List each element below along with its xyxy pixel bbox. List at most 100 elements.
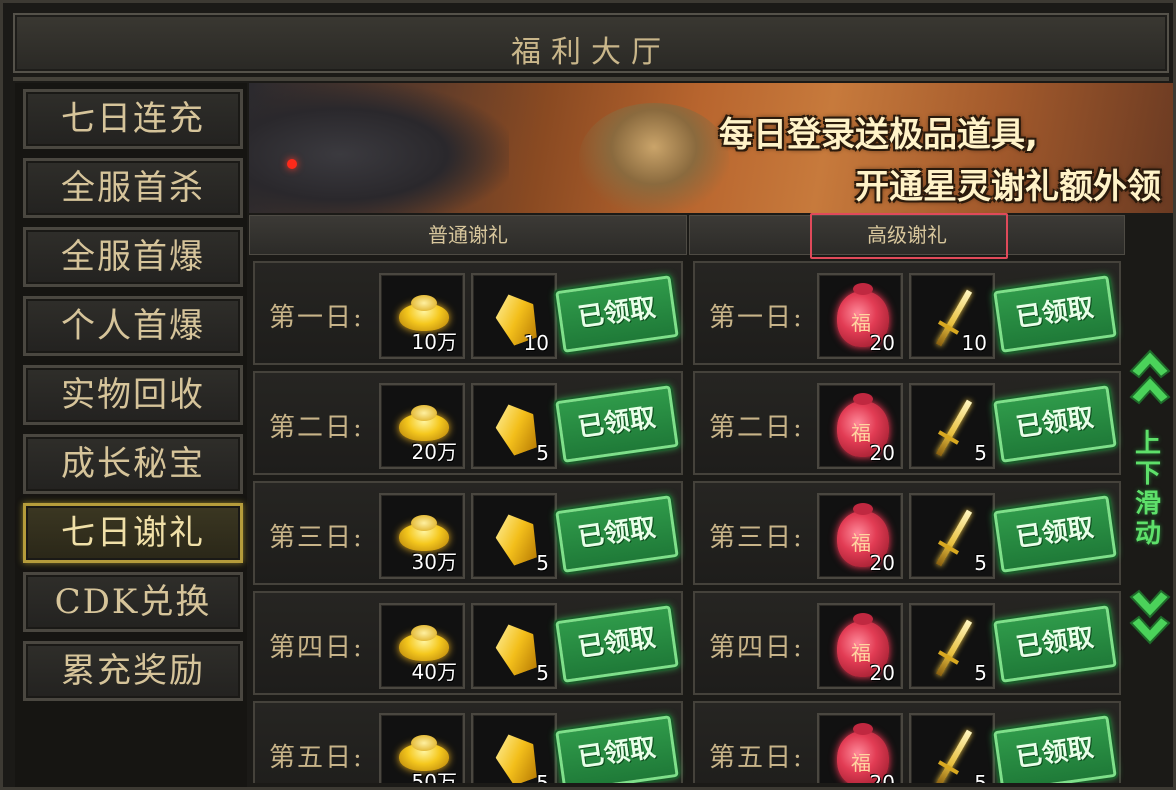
- promo-banner: 每日登录送极品道具, 开通星灵谢礼额外领取高级谢礼!: [249, 83, 1173, 213]
- reward-item-gold-ingot[interactable]: 40万: [379, 603, 465, 689]
- double-chevron-down-icon[interactable]: [1129, 587, 1171, 647]
- item-quantity: 5: [536, 771, 549, 783]
- item-quantity: 10万: [411, 330, 457, 354]
- golden-sword-icon: [935, 399, 973, 457]
- claimed-stamp: 已领取: [555, 275, 679, 353]
- day-label: 第五日:: [269, 743, 364, 773]
- claimed-label: 已领取: [1014, 732, 1096, 774]
- sidebar-item-label: 个人首爆: [61, 306, 205, 346]
- reward-item-lucky-bag[interactable]: 20: [817, 383, 903, 469]
- advanced-row-day4: 第四日: 20 5 已领取: [693, 591, 1121, 695]
- advanced-row-day2: 第二日: 20 5 已领取: [693, 371, 1121, 475]
- golden-sword-icon: [935, 619, 973, 677]
- banner-glowing-eye: [287, 159, 297, 169]
- item-quantity: 20万: [411, 440, 457, 464]
- scroll-hint-char: 下: [1135, 459, 1162, 489]
- reward-item-golden-sword[interactable]: 5: [909, 713, 995, 783]
- claimed-label: 已领取: [576, 402, 658, 444]
- normal-row-day1: 第一日: 10万 10 已领取: [253, 261, 683, 365]
- reward-item-gold-ingot[interactable]: 50万: [379, 713, 465, 783]
- item-quantity: 30万: [411, 550, 457, 574]
- reward-item-gold-ingot[interactable]: 20万: [379, 383, 465, 469]
- title-divider: [13, 77, 1169, 81]
- sidebar-item-seven-day-gift[interactable]: 七日谢礼: [23, 503, 243, 563]
- advanced-row-day3: 第三日: 20 5 已领取: [693, 481, 1121, 585]
- claimed-stamp: 已领取: [993, 605, 1117, 683]
- claimed-label: 已领取: [1014, 292, 1096, 334]
- day-label: 第三日:: [269, 523, 364, 553]
- day-label: 第二日:: [269, 413, 364, 443]
- banner-text-line1: 每日登录送极品道具,: [719, 115, 1038, 155]
- claimed-stamp: 已领取: [993, 385, 1117, 463]
- column-header-normal: 普通谢礼: [249, 215, 687, 255]
- reward-item-golden-sword[interactable]: 5: [909, 383, 995, 469]
- item-quantity: 5: [536, 661, 549, 685]
- sidebar-item-label: 全服首杀: [61, 168, 205, 208]
- item-quantity: 20: [869, 661, 895, 685]
- reward-item-gold-ingot[interactable]: 30万: [379, 493, 465, 579]
- reward-item-golden-sword[interactable]: 10: [909, 273, 995, 359]
- banner-dark-knight-art: [249, 83, 509, 213]
- scroll-hint-panel: 上 下 滑 动: [1127, 215, 1173, 783]
- reward-item-gold-crystal[interactable]: 5: [471, 493, 557, 579]
- claimed-stamp: 已领取: [993, 495, 1117, 573]
- sidebar-item-item-recycle[interactable]: 实物回收: [23, 365, 243, 425]
- sidebar-item-label: 累充奖励: [61, 651, 205, 691]
- sidebar-item-cumulative-recharge[interactable]: 累充奖励: [23, 641, 243, 701]
- claimed-stamp: 已领取: [555, 495, 679, 573]
- item-quantity: 5: [536, 441, 549, 465]
- reward-item-gold-crystal[interactable]: 5: [471, 713, 557, 783]
- reward-item-golden-sword[interactable]: 5: [909, 603, 995, 689]
- day-label: 第一日:: [709, 303, 804, 333]
- claimed-label: 已领取: [576, 732, 658, 774]
- sidebar-item-label: 实物回收: [61, 375, 205, 415]
- item-quantity: 20: [869, 331, 895, 355]
- scroll-hint-label: 上 下 滑 动: [1135, 429, 1165, 549]
- sidebar-item-growth-treasure[interactable]: 成长秘宝: [23, 434, 243, 494]
- item-quantity: 5: [974, 441, 987, 465]
- reward-item-gold-crystal[interactable]: 5: [471, 383, 557, 469]
- day-label: 第一日:: [269, 303, 364, 333]
- sidebar-item-label: 成长秘宝: [61, 444, 205, 484]
- scroll-hint-char: 滑: [1135, 489, 1162, 519]
- claimed-stamp: 已领取: [555, 715, 679, 783]
- welfare-hall-window: 福利大厅 七日连充 全服首杀 全服首爆 个人首爆 实物回收 成长秘宝 七日谢礼 …: [0, 0, 1176, 790]
- item-quantity: 5: [974, 771, 987, 783]
- claimed-stamp: 已领取: [993, 715, 1117, 783]
- reward-item-lucky-bag[interactable]: 20: [817, 493, 903, 579]
- claimed-label: 已领取: [1014, 402, 1096, 444]
- day-label: 第四日:: [269, 633, 364, 663]
- item-quantity: 5: [974, 551, 987, 575]
- item-quantity: 20: [869, 441, 895, 465]
- sidebar-item-cdk-redeem[interactable]: CDK兑换: [23, 572, 243, 632]
- item-quantity: 20: [869, 771, 895, 783]
- sidebar-item-label: 全服首爆: [61, 237, 205, 277]
- advanced-header-highlight: [810, 213, 1008, 259]
- reward-item-gold-ingot[interactable]: 10万: [379, 273, 465, 359]
- sidebar-item-server-first-kill[interactable]: 全服首杀: [23, 158, 243, 218]
- window-title: 福利大厅: [511, 35, 671, 70]
- normal-row-day2: 第二日: 20万 5 已领取: [253, 371, 683, 475]
- item-quantity: 40万: [411, 660, 457, 684]
- advanced-row-day1: 第一日: 20 10 已领取: [693, 261, 1121, 365]
- sidebar-item-seven-day-recharge[interactable]: 七日连充: [23, 89, 243, 149]
- sidebar-item-label: 七日谢礼: [61, 513, 205, 553]
- banner-warrior-art: [579, 103, 729, 213]
- reward-item-golden-sword[interactable]: 5: [909, 493, 995, 579]
- sidebar-item-personal-first-drop[interactable]: 个人首爆: [23, 296, 243, 356]
- reward-item-lucky-bag[interactable]: 20: [817, 603, 903, 689]
- golden-sword-icon: [935, 509, 973, 567]
- claimed-label: 已领取: [1014, 622, 1096, 664]
- reward-item-gold-crystal[interactable]: 10: [471, 273, 557, 359]
- column-header-normal-label: 普通谢礼: [428, 223, 508, 247]
- reward-item-gold-crystal[interactable]: 5: [471, 603, 557, 689]
- reward-item-lucky-bag[interactable]: 20: [817, 713, 903, 783]
- item-quantity: 10: [961, 331, 987, 355]
- reward-item-lucky-bag[interactable]: 20: [817, 273, 903, 359]
- sidebar-item-server-first-drop[interactable]: 全服首爆: [23, 227, 243, 287]
- double-chevron-up-icon[interactable]: [1129, 349, 1171, 409]
- sidebar: 七日连充 全服首杀 全服首爆 个人首爆 实物回收 成长秘宝 七日谢礼 CDK兑换…: [15, 83, 247, 787]
- item-quantity: 5: [974, 661, 987, 685]
- title-bar: 福利大厅: [13, 13, 1169, 73]
- claimed-label: 已领取: [576, 512, 658, 554]
